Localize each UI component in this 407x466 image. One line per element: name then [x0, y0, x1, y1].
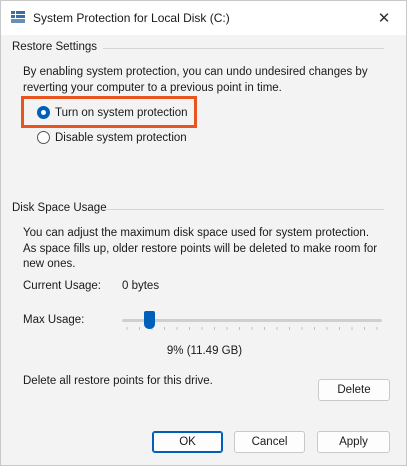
window-title: System Protection for Local Disk (C:): [33, 11, 230, 25]
dialog-footer: OK Cancel Apply: [1, 419, 406, 465]
slider-track: [122, 319, 382, 322]
disable-protection-radio[interactable]: Disable system protection: [37, 131, 187, 144]
delete-button[interactable]: Delete: [318, 379, 390, 401]
max-usage-slider[interactable]: [122, 309, 382, 331]
radio-unchecked-icon: [37, 131, 50, 144]
disk-description: You can adjust the maximum disk space us…: [23, 227, 378, 270]
radio-label: Disable system protection: [55, 131, 187, 144]
title-bar: System Protection for Local Disk (C:) ✕: [1, 1, 406, 35]
delete-description: Delete all restore points for this drive…: [23, 375, 213, 387]
restore-description: By enabling system protection, you can u…: [23, 66, 368, 94]
disk-space-heading: Disk Space Usage: [12, 202, 107, 214]
system-protection-icon: [11, 11, 25, 23]
close-icon: ✕: [377, 10, 391, 27]
ok-button[interactable]: OK: [152, 431, 223, 453]
disk-space-divider: [102, 209, 384, 210]
radio-checked-icon: [37, 106, 50, 119]
cancel-button[interactable]: Cancel: [234, 431, 305, 453]
current-usage-value: 0 bytes: [122, 280, 160, 292]
restore-settings-heading: Restore Settings: [12, 41, 98, 53]
radio-label: Turn on system protection: [55, 106, 188, 119]
apply-button[interactable]: Apply: [317, 431, 390, 453]
restore-settings-divider: [103, 48, 384, 49]
slider-ticks: [126, 327, 378, 330]
max-usage-label: Max Usage:: [23, 314, 85, 326]
current-usage-label: Current Usage:: [23, 280, 101, 292]
close-button[interactable]: ✕: [362, 1, 406, 35]
system-protection-dialog: System Protection for Local Disk (C:) ✕ …: [0, 0, 407, 466]
max-usage-readout: 9% (11.49 GB): [166, 345, 243, 357]
turn-on-protection-radio[interactable]: Turn on system protection: [37, 106, 188, 119]
slider-thumb[interactable]: [144, 311, 155, 329]
